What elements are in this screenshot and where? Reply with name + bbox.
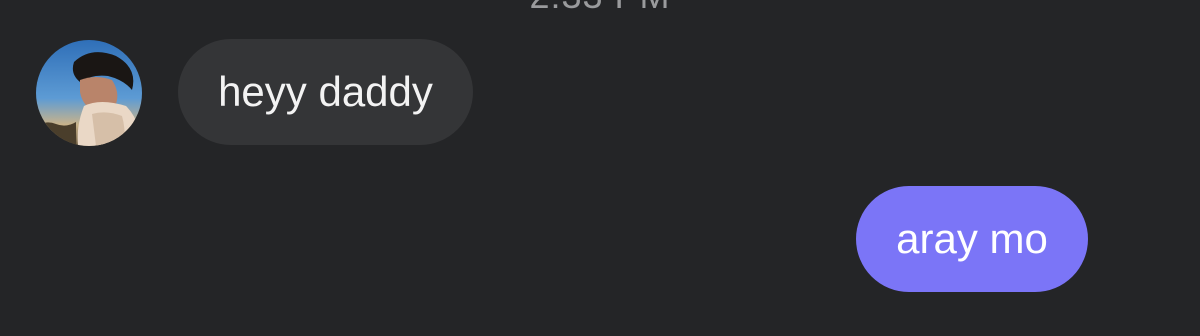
- outgoing-message-bubble[interactable]: aray mo: [856, 186, 1088, 292]
- avatar-photo: [36, 40, 142, 146]
- incoming-message-bubble[interactable]: heyy daddy: [178, 39, 473, 145]
- incoming-message-text: heyy daddy: [218, 68, 433, 115]
- outgoing-message-text: aray mo: [896, 215, 1048, 262]
- contact-avatar[interactable]: [36, 40, 142, 146]
- message-timestamp: 2:33 PM: [0, 0, 1200, 16]
